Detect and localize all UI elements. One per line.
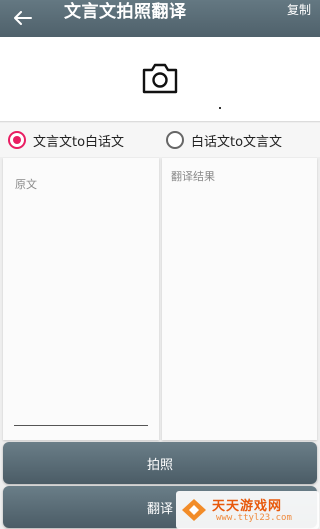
source-placeholder: 原文 <box>15 178 37 191</box>
shoot-button[interactable]: 拍照 <box>3 442 317 484</box>
result-panel: 翻译结果 <box>162 158 317 440</box>
mode-radio-modern-to-classical[interactable]: 白话文to文言文 <box>166 123 282 157</box>
app-header: 文言文拍照翻译 复制 <box>0 0 320 37</box>
copy-button[interactable]: 复制 <box>287 0 311 20</box>
page-title: 文言文拍照翻译 <box>64 2 187 22</box>
mode-label: 白话文to文言文 <box>191 134 283 150</box>
mode-selector: 文言文to白话文 白话文to文言文 <box>0 123 320 157</box>
radio-checked-icon <box>8 131 26 149</box>
mode-radio-classical-to-modern[interactable]: 文言文to白话文 <box>8 123 124 157</box>
watermark: 天天游戏网 www.ttyl23.com <box>176 491 319 529</box>
radio-unchecked-icon <box>166 131 184 149</box>
back-button[interactable] <box>10 6 36 30</box>
input-underline <box>14 425 148 426</box>
mode-label: 文言文to白话文 <box>33 134 125 150</box>
watermark-url: www.ttyl23.com <box>216 513 292 523</box>
watermark-logo-icon <box>182 499 206 521</box>
result-placeholder: 翻译结果 <box>171 170 215 183</box>
arrow-left-icon <box>14 11 32 25</box>
dot-mark <box>219 107 221 109</box>
watermark-title: 天天游戏网 <box>212 499 283 514</box>
source-text-input[interactable]: 原文 <box>3 158 159 440</box>
camera-icon[interactable] <box>141 61 179 95</box>
photo-area[interactable] <box>0 37 320 122</box>
